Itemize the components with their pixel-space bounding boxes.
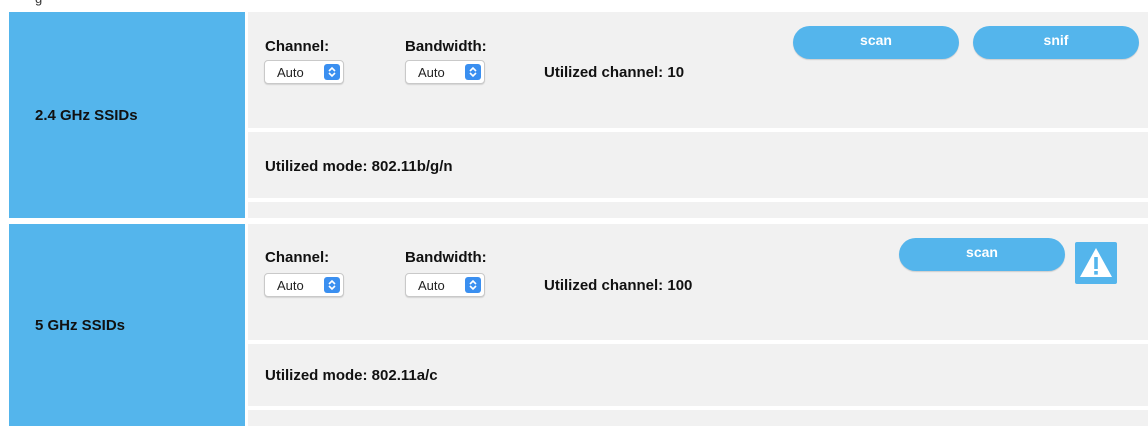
bandwidth-label: Bandwidth:	[405, 38, 487, 55]
utilized-channel-text: Utilized channel: 100	[544, 277, 693, 294]
utilized-channel-text: Utilized channel: 10	[544, 64, 685, 81]
snif-button[interactable]: snif	[973, 26, 1139, 59]
channel-select-value: Auto	[277, 278, 304, 293]
channel-select[interactable]: Auto	[264, 273, 344, 297]
band-24ghz-section: 2.4 GHz SSIDs Channel: Auto Bandwidth: A…	[0, 12, 1148, 218]
select-arrows-icon	[465, 64, 481, 80]
band-5ghz-section: 5 GHz SSIDs Channel: Auto Bandwidth: Aut…	[0, 224, 1148, 426]
scan-button[interactable]: scan	[793, 26, 959, 59]
band-24ghz-footer-strip	[248, 202, 1148, 218]
select-arrows-icon	[324, 64, 340, 80]
band-24ghz-settings-panel: Channel: Auto Bandwidth: Auto Utilized c…	[248, 12, 1148, 128]
channel-select-value: Auto	[277, 65, 304, 80]
bandwidth-select[interactable]: Auto	[405, 60, 485, 84]
band-5ghz-footer-strip	[248, 410, 1148, 426]
select-arrows-icon	[465, 277, 481, 293]
band-5ghz-title: 5 GHz SSIDs	[9, 224, 245, 426]
bandwidth-select-value: Auto	[418, 278, 445, 293]
channel-label: Channel:	[265, 249, 330, 266]
warning-triangle-icon[interactable]	[1075, 242, 1117, 284]
bandwidth-select-value: Auto	[418, 65, 445, 80]
channel-select[interactable]: Auto	[264, 60, 344, 84]
bandwidth-label: Bandwidth:	[405, 249, 487, 266]
channel-label: Channel:	[265, 38, 330, 55]
clipped-header-fragment: g	[9, 0, 69, 10]
utilized-mode-text: Utilized mode: 802.11a/c	[265, 367, 438, 384]
band-24ghz-mode-panel: Utilized mode: 802.11b/g/n	[248, 132, 1148, 198]
bandwidth-select[interactable]: Auto	[405, 273, 485, 297]
scan-button[interactable]: scan	[899, 238, 1065, 271]
band-5ghz-settings-panel: Channel: Auto Bandwidth: Auto Utilized c…	[248, 224, 1148, 340]
band-24ghz-title: 2.4 GHz SSIDs	[9, 12, 245, 218]
band-5ghz-mode-panel: Utilized mode: 802.11a/c	[248, 344, 1148, 406]
select-arrows-icon	[324, 277, 340, 293]
utilized-mode-text: Utilized mode: 802.11b/g/n	[265, 158, 453, 175]
